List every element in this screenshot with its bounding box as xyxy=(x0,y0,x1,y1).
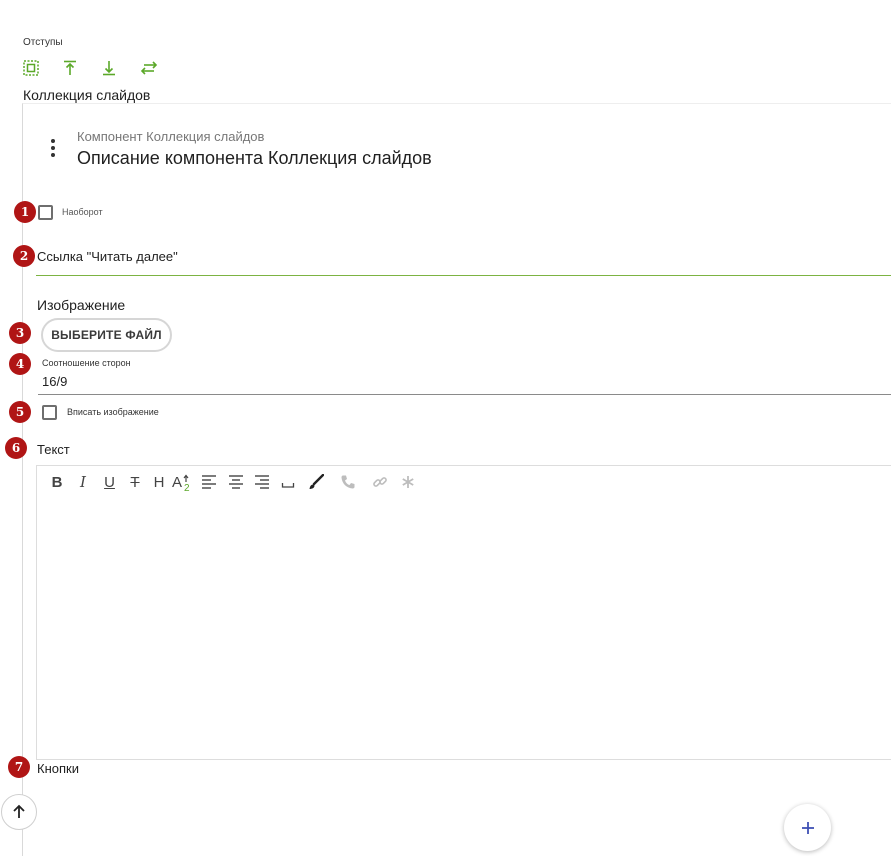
scroll-top-button[interactable] xyxy=(1,794,37,830)
annotation-badge-2: 2 xyxy=(13,245,35,267)
link-icon xyxy=(373,477,387,487)
arrow-up-icon xyxy=(13,804,25,818)
annotation-badge-7: 7 xyxy=(8,756,30,778)
align-left-icon xyxy=(201,475,216,489)
fit-image-label: Вписать изображение xyxy=(67,407,159,417)
nbsp-button[interactable] xyxy=(275,472,301,492)
padding-top-button[interactable] xyxy=(62,59,101,77)
padding-all-button[interactable] xyxy=(23,59,62,77)
align-top-icon xyxy=(64,60,76,75)
padding-all-icon xyxy=(23,60,39,76)
component-subtitle: Компонент Коллекция слайдов xyxy=(77,129,265,144)
annotation-badge-3: 3 xyxy=(9,322,31,344)
italic-button[interactable]: I xyxy=(70,472,96,492)
editor-toolbar: B I U T H A 2 xyxy=(44,472,421,492)
collection-label: Коллекция слайдов xyxy=(23,87,151,103)
font-size-icon: A 2 xyxy=(172,474,190,492)
buttons-label: Кнопки xyxy=(37,761,79,776)
align-right-icon xyxy=(255,475,269,489)
phone-icon xyxy=(341,475,355,489)
aspect-ratio-underline xyxy=(38,394,891,395)
annotation-badge-4: 4 xyxy=(9,353,31,375)
reverse-checkbox[interactable] xyxy=(38,205,53,220)
reverse-label: Наоборот xyxy=(62,207,103,217)
svg-text:2: 2 xyxy=(184,483,190,492)
text-color-button[interactable] xyxy=(301,472,331,492)
text-label: Текст xyxy=(37,442,70,457)
font-size-button[interactable]: A 2 xyxy=(171,472,195,492)
heading-button[interactable]: H xyxy=(147,472,171,492)
padding-horizontal-button[interactable] xyxy=(140,59,179,77)
text-editor[interactable] xyxy=(36,465,891,760)
strikethrough-button[interactable]: T xyxy=(123,472,147,492)
plus-icon xyxy=(801,821,814,834)
aspect-ratio-input[interactable]: 16/9 xyxy=(42,374,67,389)
brush-icon xyxy=(309,474,324,489)
image-label: Изображение xyxy=(37,297,126,313)
read-more-label: Ссылка "Читать далее" xyxy=(37,249,178,264)
svg-text:A: A xyxy=(172,474,182,491)
aspect-ratio-label: Соотношение сторон xyxy=(42,358,131,368)
annotation-badge-5: 5 xyxy=(9,401,31,423)
swap-horizontal-icon xyxy=(140,61,158,75)
underline-button[interactable]: U xyxy=(96,472,123,492)
padding-bottom-button[interactable] xyxy=(101,59,140,77)
annotation-badge-6: 6 xyxy=(5,437,27,459)
align-center-icon xyxy=(228,475,243,489)
link-button[interactable] xyxy=(365,472,395,492)
component-title: Описание компонента Коллекция слайдов xyxy=(77,148,432,168)
spacing-label: Отступы xyxy=(23,37,63,48)
align-center-button[interactable] xyxy=(222,472,249,492)
spacing-toolbar xyxy=(23,59,179,77)
special-char-button[interactable] xyxy=(395,472,421,492)
align-left-button[interactable] xyxy=(195,472,222,492)
asterisk-icon xyxy=(402,476,414,488)
bold-button[interactable]: B xyxy=(44,472,70,492)
choose-file-button[interactable]: ВЫБЕРИТЕ ФАЙЛ xyxy=(41,318,172,352)
fit-image-checkbox[interactable] xyxy=(42,405,57,420)
more-menu-icon[interactable] xyxy=(46,139,60,157)
add-button[interactable] xyxy=(784,804,831,851)
align-bottom-icon xyxy=(103,61,115,76)
read-more-input[interactable] xyxy=(36,275,891,276)
annotation-badge-1: 1 xyxy=(14,201,36,223)
phone-link-button[interactable] xyxy=(331,472,365,492)
space-icon xyxy=(281,483,295,488)
align-right-button[interactable] xyxy=(249,472,275,492)
